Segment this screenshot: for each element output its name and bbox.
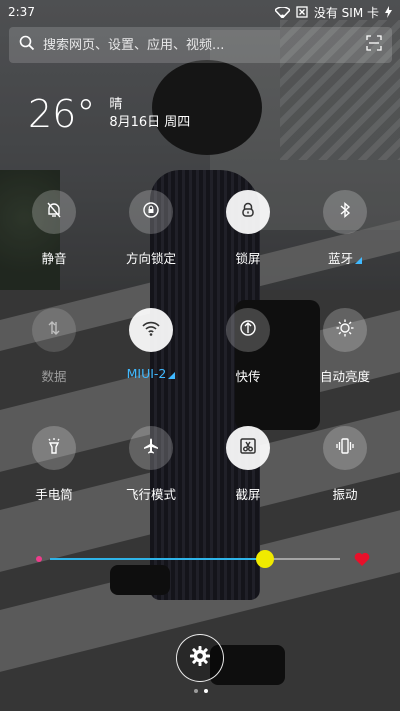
quick-transfer-icon xyxy=(239,319,257,341)
toggle-label: 飞行模式 xyxy=(125,487,176,502)
airplane-icon xyxy=(142,437,160,459)
toggle-screenshot[interactable]: 截屏 xyxy=(200,426,296,503)
toggle-label: 截屏 xyxy=(235,487,261,502)
toggle-airplane-mode[interactable]: 飞行模式 xyxy=(103,426,199,503)
page-indicator xyxy=(194,689,208,693)
no-sim-icon xyxy=(296,6,308,18)
screenshot-icon xyxy=(238,436,258,460)
brightness-slider[interactable] xyxy=(30,548,370,570)
toggle-wifi[interactable]: MIUI-2 xyxy=(103,308,199,381)
toggle-label: 数据 xyxy=(41,369,67,384)
weather-condition: 晴 xyxy=(109,97,123,112)
mobile-data-icon xyxy=(45,319,63,341)
toggle-label: 自动亮度 xyxy=(319,369,370,384)
toggle-label: 快传 xyxy=(235,369,261,384)
brightness-track[interactable] xyxy=(50,550,340,568)
toggle-label: 方向锁定 xyxy=(125,251,176,266)
scan-icon[interactable] xyxy=(366,35,382,55)
toggle-bluetooth[interactable]: 蓝牙 xyxy=(297,190,393,267)
brightness-knob[interactable] xyxy=(255,550,274,568)
brightness-fill xyxy=(50,558,265,560)
toggle-auto-brightness[interactable]: 自动亮度 xyxy=(297,308,393,385)
toggle-label: 振动 xyxy=(332,487,358,502)
vibrate-icon xyxy=(335,437,355,459)
page-dot-active xyxy=(204,689,208,693)
toggle-mobile-data[interactable]: 数据 xyxy=(6,308,102,385)
toggle-label: 手电筒 xyxy=(35,487,73,502)
toggle-rotation-lock[interactable]: 方向锁定 xyxy=(103,190,199,267)
toggle-vibrate[interactable]: 振动 xyxy=(297,426,393,503)
toggle-label: 蓝牙 xyxy=(297,248,393,267)
wifi-status-icon xyxy=(274,6,290,18)
status-time: 2:37 xyxy=(8,5,35,19)
toggle-label: MIUI-2 xyxy=(103,366,199,381)
brightness-min-icon xyxy=(36,556,42,562)
status-bar: 2:37 没有 SIM 卡 xyxy=(0,0,400,24)
toggle-lock-screen[interactable]: 锁屏 xyxy=(200,190,296,267)
search-icon xyxy=(19,35,35,55)
toggle-flashlight[interactable]: 手电筒 xyxy=(6,426,102,503)
toggle-label: 静音 xyxy=(41,251,67,266)
flashlight-icon xyxy=(45,437,63,459)
toggle-quick-transfer[interactable]: 快传 xyxy=(200,308,296,385)
settings-button[interactable] xyxy=(176,634,224,682)
gear-icon xyxy=(189,645,211,671)
weather-widget[interactable]: 26° 晴 8月16日 周四 xyxy=(28,90,190,138)
brightness-icon xyxy=(335,318,355,342)
lock-icon xyxy=(239,201,257,223)
search-bar[interactable] xyxy=(9,27,392,63)
bluetooth-icon xyxy=(336,201,354,223)
search-input[interactable] xyxy=(43,37,366,53)
toggle-label: 锁屏 xyxy=(235,251,261,266)
carrier-text: 没有 SIM 卡 xyxy=(313,5,379,20)
wifi-icon xyxy=(141,319,161,341)
weather-date: 8月16日 周四 xyxy=(109,115,191,130)
heart-icon[interactable] xyxy=(354,548,370,574)
weather-temperature: 26° xyxy=(28,92,96,136)
charging-icon xyxy=(385,6,392,18)
toggle-mute[interactable]: 静音 xyxy=(6,190,102,267)
rotation-lock-icon xyxy=(142,201,160,223)
page-dot xyxy=(194,689,198,693)
bell-off-icon xyxy=(45,201,63,223)
